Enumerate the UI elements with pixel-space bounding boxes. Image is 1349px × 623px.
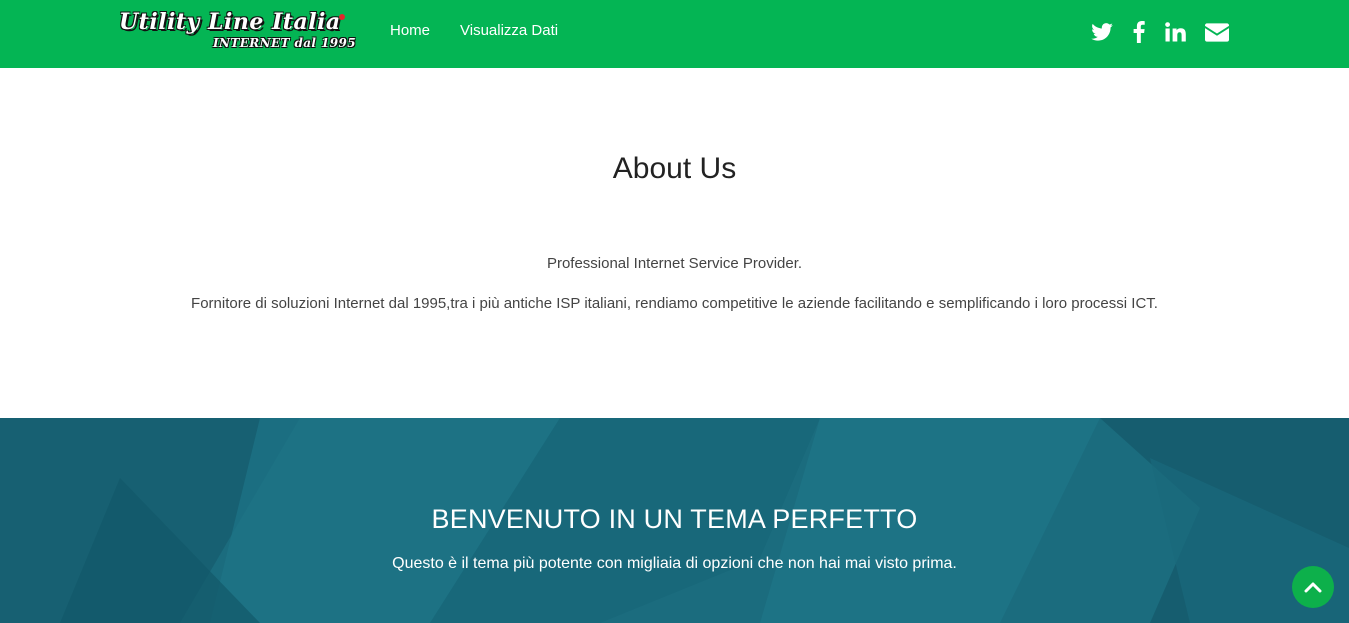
back-to-top-button[interactable] xyxy=(1292,566,1334,608)
facebook-icon[interactable] xyxy=(1127,20,1151,44)
about-tagline: Professional Internet Service Provider. xyxy=(546,255,803,272)
chevron-up-icon xyxy=(1304,582,1322,593)
navbar: Utility Line Italia INTERNET dal 1995 Ho… xyxy=(0,0,1349,68)
hero-title: BENVENUTO IN UN TEMA PERFETTO xyxy=(431,504,918,534)
logo-tagline: INTERNET dal 1995 xyxy=(213,36,356,50)
nav-home-link[interactable]: Home xyxy=(390,22,430,39)
envelope-icon[interactable] xyxy=(1205,20,1229,44)
about-description: Fornitore di soluzioni Internet dal 1995… xyxy=(191,295,1158,312)
nav-visualizza-dati-link[interactable]: Visualizza Dati xyxy=(460,22,558,39)
logo-accent-dot xyxy=(339,14,345,20)
about-title: About Us xyxy=(612,152,737,185)
logo[interactable]: Utility Line Italia INTERNET dal 1995 xyxy=(119,9,356,55)
hero-section: BENVENUTO IN UN TEMA PERFETTO Questo è i… xyxy=(0,418,1349,623)
logo-title: Utility Line Italia xyxy=(119,9,341,35)
twitter-icon[interactable] xyxy=(1090,20,1114,44)
linkedin-icon[interactable] xyxy=(1164,20,1188,44)
about-section: About Us Professional Internet Service P… xyxy=(0,68,1349,418)
hero-subtitle: Questo è il tema più potente con migliai… xyxy=(392,555,957,572)
